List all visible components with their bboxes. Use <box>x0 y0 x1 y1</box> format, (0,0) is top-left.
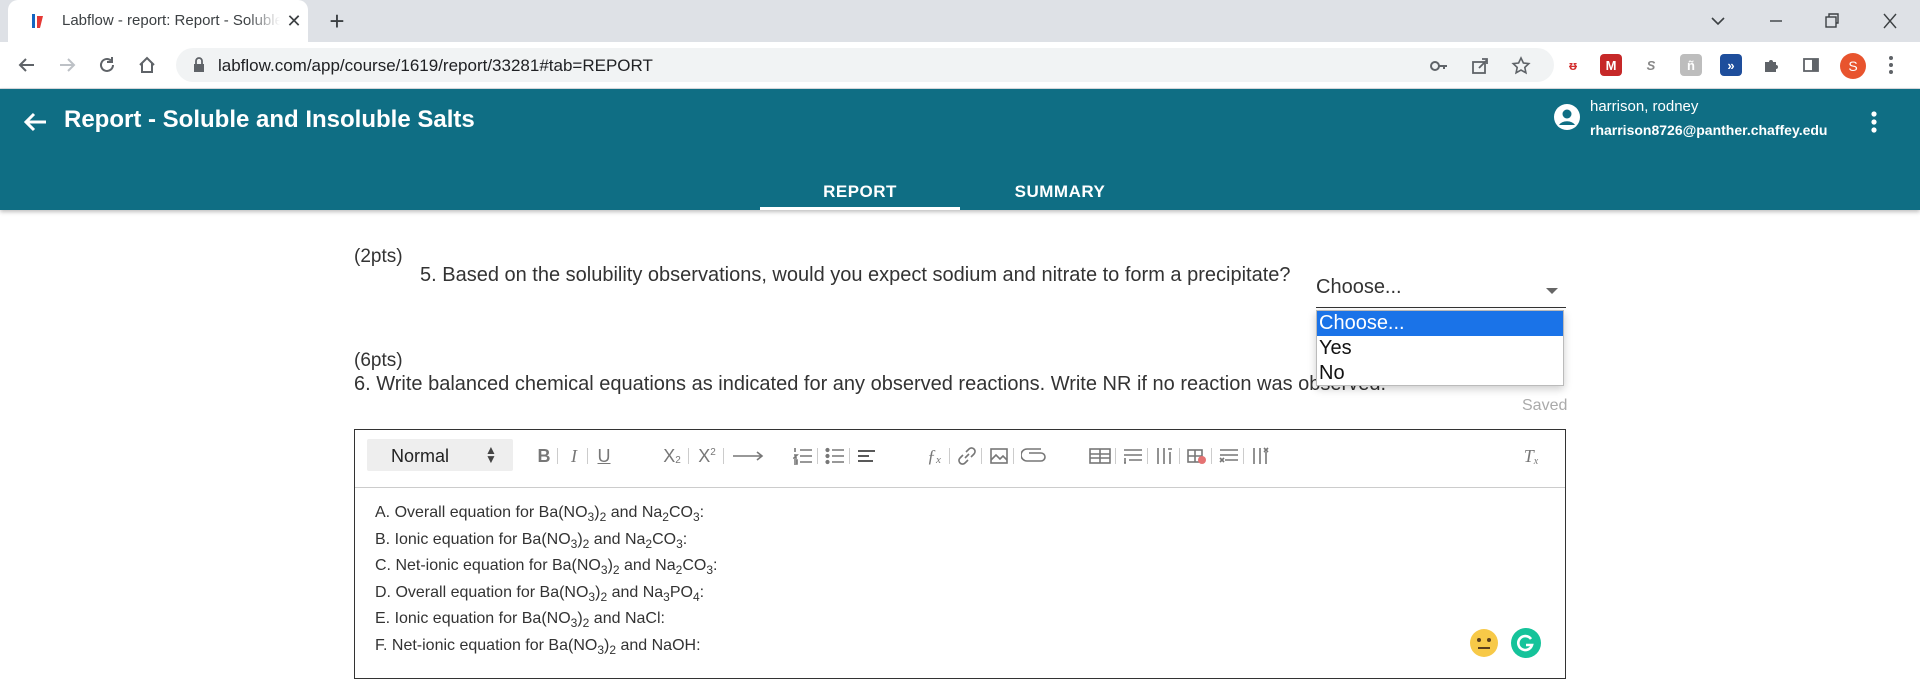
precipitate-select[interactable]: Choose... <box>1316 272 1566 308</box>
link-icon[interactable] <box>957 444 977 468</box>
tab-report-label: REPORT <box>823 182 897 201</box>
bold-icon[interactable]: B <box>535 444 553 468</box>
lock-icon[interactable] <box>190 56 208 74</box>
table-icon[interactable] <box>1089 444 1111 468</box>
editor-content[interactable]: A. Overall equation for Ba(NO3)2 and Na2… <box>375 504 1535 663</box>
reload-icon[interactable] <box>94 52 120 78</box>
mcafee-extension-icon[interactable]: M <box>1600 54 1622 76</box>
editor-toolbar: Normal ▲ ▼ B I U X2 X2 ƒx T x <box>355 430 1565 488</box>
delete-table-icon[interactable] <box>1187 444 1207 468</box>
save-status: Saved <box>1522 397 1568 414</box>
option-choose[interactable]: Choose... <box>1317 311 1563 336</box>
back-arrow-icon[interactable] <box>20 107 50 137</box>
profile-avatar[interactable]: S <box>1840 53 1866 79</box>
insert-column-icon[interactable] <box>1155 444 1175 468</box>
question6-text: 6. Write balanced chemical equations as … <box>354 373 1387 395</box>
browser-toolbar: labflow.com/app/course/1619/report/33281… <box>0 42 1920 89</box>
restore-icon[interactable] <box>1814 6 1850 36</box>
new-tab-icon[interactable]: + <box>324 8 350 34</box>
equation-line-d: D. Overall equation for Ba(NO3)2 and Na3… <box>375 583 705 604</box>
page-title: Report - Soluble and Insoluble Salts <box>64 106 475 133</box>
url-text[interactable]: labflow.com/app/course/1619/report/33281… <box>218 56 653 76</box>
browser-tabstrip: Labflow - report: Report - Soluble and I… <box>0 0 1920 42</box>
underline-icon[interactable]: U <box>595 444 613 468</box>
extensions-puzzle-icon[interactable] <box>1760 54 1782 76</box>
image-icon[interactable] <box>989 444 1009 468</box>
equation-line-b: B. Ionic equation for Ba(NO3)2 and Na2CO… <box>375 530 688 551</box>
arrow-icon[interactable] <box>731 444 765 468</box>
labflow-favicon-icon <box>28 12 46 30</box>
side-panel-icon[interactable] <box>1800 54 1822 76</box>
back-arrow-icon[interactable] <box>14 52 40 78</box>
browser-menu-icon[interactable] <box>1880 54 1902 76</box>
insert-row-icon[interactable] <box>1123 444 1143 468</box>
updown-icon: ▲ ▼ <box>485 443 497 466</box>
forward-extension-icon[interactable]: » <box>1720 54 1742 76</box>
question6-points: (6pts) <box>354 350 403 371</box>
key-icon[interactable] <box>1428 55 1450 77</box>
home-icon[interactable] <box>134 52 160 78</box>
browser-tab[interactable]: Labflow - report: Report - Soluble and I… <box>8 0 308 42</box>
tab-summary[interactable]: SUMMARY <box>960 167 1160 210</box>
address-bar[interactable]: labflow.com/app/course/1619/report/33281… <box>176 48 1554 82</box>
more-options-icon[interactable] <box>1862 107 1886 137</box>
share-icon[interactable] <box>1469 55 1491 77</box>
question5-text: 5. Based on the solubility observations,… <box>420 264 1291 286</box>
window-close-icon[interactable] <box>1872 6 1908 36</box>
equation-line-f: F. Net-ionic equation for Ba(NO3)2 and N… <box>375 636 701 657</box>
delete-column-icon[interactable] <box>1251 444 1271 468</box>
equation-line-c: C. Net-ionic equation for Ba(NO3)2 and N… <box>375 557 718 577</box>
user-email: rharrison8726@panther.chaffey.edu <box>1590 122 1828 138</box>
tab-search-icon[interactable] <box>1700 6 1736 36</box>
ordered-list-icon[interactable] <box>793 444 813 468</box>
minimize-icon[interactable] <box>1758 6 1794 36</box>
user-name: harrison, rodney <box>1590 98 1699 115</box>
s-extension-icon[interactable]: S <box>1640 54 1662 76</box>
forward-arrow-icon[interactable] <box>54 52 80 78</box>
format-select-value: Normal <box>391 446 450 466</box>
clear-format-icon[interactable]: Tx <box>1521 444 1541 468</box>
equation-line-a: A. Overall equation for Ba(NO3)2 and Na2… <box>375 504 705 524</box>
tab-summary-label: SUMMARY <box>1014 182 1106 201</box>
subscript-icon[interactable]: X2 <box>661 444 683 468</box>
bullet-list-icon[interactable] <box>825 444 845 468</box>
formula-icon[interactable]: ƒx <box>923 444 945 468</box>
neutral-face-emoji-icon[interactable] <box>1469 628 1499 658</box>
browser-tab-title: Labflow - report: Report - Soluble and I… <box>62 12 280 29</box>
align-left-icon[interactable] <box>857 444 877 468</box>
precipitate-select-value: Choose... <box>1316 276 1402 298</box>
chevron-down-icon <box>1546 288 1558 294</box>
format-select[interactable]: Normal ▲ ▼ <box>367 439 513 471</box>
rich-text-editor[interactable]: Normal ▲ ▼ B I U X2 X2 ƒx T x A. Overall… <box>354 429 1566 679</box>
account-circle-icon[interactable] <box>1553 103 1581 131</box>
delete-row-icon[interactable] <box>1219 444 1239 468</box>
italic-icon[interactable]: I <box>565 444 583 468</box>
superscript-icon[interactable]: X2 <box>696 444 718 468</box>
app-header: Report - Soluble and Insoluble Salts har… <box>0 89 1920 210</box>
tab-close-icon[interactable]: ✕ <box>284 11 304 31</box>
precipitate-dropdown-overlay: Choose... Yes No <box>1316 310 1564 386</box>
question5-points: (2pts) <box>354 246 403 267</box>
equation-line-e: E. Ionic equation for Ba(NO3)2 and NaCl: <box>375 610 665 630</box>
tab-report[interactable]: REPORT <box>760 167 960 210</box>
grammarly-icon[interactable] <box>1511 628 1541 658</box>
bookmark-star-icon[interactable] <box>1510 55 1532 77</box>
option-no[interactable]: No <box>1317 361 1563 386</box>
attachment-icon[interactable] <box>1021 444 1047 468</box>
option-yes[interactable]: Yes <box>1317 336 1563 361</box>
gray-extension-icon[interactable]: ñ <box>1680 54 1702 76</box>
shield-extension-icon[interactable]: ᵿ <box>1562 54 1584 76</box>
